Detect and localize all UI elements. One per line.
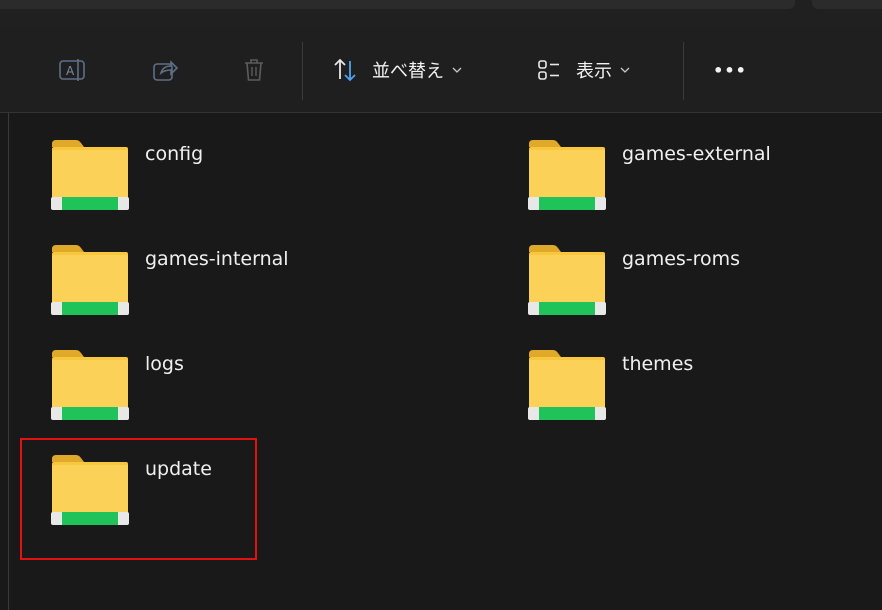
sort-icon [332,57,358,83]
title-bar-strip [0,0,882,26]
view-button[interactable]: 表示 [528,50,668,90]
search-box[interactable] [812,0,882,9]
folder-item[interactable]: games-roms [477,218,777,315]
folder-name: games-roms [622,248,741,270]
view-list-icon [536,58,562,82]
folder-item[interactable]: update [0,428,300,525]
folder-item[interactable]: themes [477,323,777,420]
sort-label: 並べ替え [372,61,444,82]
folder-icon [50,138,130,216]
folder-name: logs [145,353,184,375]
svg-text:A: A [66,64,75,78]
chevron-down-icon [452,64,462,77]
folder-item[interactable]: config [0,113,300,210]
sort-button[interactable]: 並べ替え [324,50,492,90]
more-options-button[interactable]: ••• [706,50,754,90]
folder-name: config [145,143,204,165]
folder-item[interactable]: logs [0,323,300,420]
delete-button[interactable] [232,50,276,90]
share-button[interactable] [142,50,188,90]
share-icon [151,57,179,83]
chevron-down-icon [620,64,630,77]
folder-icon [50,348,130,426]
rename-button[interactable]: A [50,50,96,90]
command-bar: A 並べ替え 表示 ••• [0,26,882,113]
folder-name: themes [622,353,694,375]
folder-icon [50,453,130,531]
folder-icon [50,243,130,321]
address-bar[interactable] [0,0,795,9]
view-label: 表示 [576,61,612,82]
toolbar-separator [302,42,303,100]
folder-name: update [145,458,212,480]
rename-icon: A [58,57,88,83]
trash-icon [241,56,267,84]
toolbar-separator [683,42,684,100]
folder-item[interactable]: games-internal [0,218,300,315]
folder-name: games-internal [145,248,289,270]
folder-icon [527,243,607,321]
more-icon: ••• [713,60,747,80]
folder-icon [527,348,607,426]
file-list: config games-external games-internal gam… [0,113,882,610]
folder-name: games-external [622,143,771,165]
folder-icon [527,138,607,216]
folder-item[interactable]: games-external [477,113,777,210]
